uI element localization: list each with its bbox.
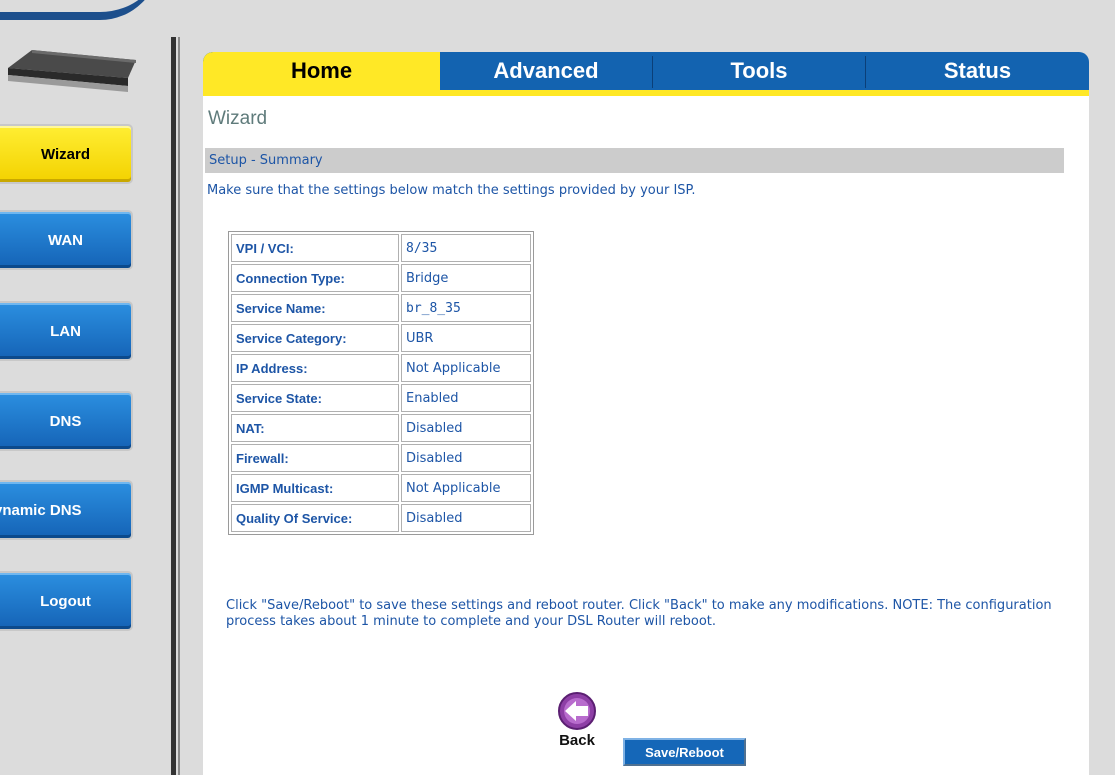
back-arrow-icon [558,692,596,730]
sidebar-item-wan[interactable]: WAN [0,210,133,270]
table-row: Service Category: UBR [231,324,531,352]
row-label: VPI / VCI: [231,234,399,262]
table-row: Connection Type: Bridge [231,264,531,292]
row-value: Not Applicable [401,354,531,382]
sidebar-item-logout[interactable]: Logout [0,571,133,631]
tab-bar: Home Advanced Tools Status [203,52,1089,90]
page-title: Wizard [208,108,268,129]
back-label: Back [559,732,595,749]
save-reboot-button[interactable]: Save/Reboot [623,738,746,766]
tab-home[interactable]: Home [203,52,440,90]
settings-summary-table: VPI / VCI: 8/35 Connection Type: Bridge … [228,231,534,535]
row-value: 8/35 [401,234,531,262]
sidebar-divider [171,37,176,775]
sidebar-item-dns[interactable]: DNS [0,391,133,451]
row-value: Disabled [401,444,531,472]
row-value: UBR [401,324,531,352]
content-panel: Wizard Setup - Summary Make sure that th… [203,96,1089,775]
row-value: Disabled [401,504,531,532]
sidebar-divider-highlight [178,37,180,775]
intro-text: Make sure that the settings below match … [207,183,696,198]
sidebar-item-lan[interactable]: LAN [0,301,133,361]
back-button[interactable]: Back [552,691,602,749]
row-label: Service State: [231,384,399,412]
row-label: Quality Of Service: [231,504,399,532]
row-label: Firewall: [231,444,399,472]
row-label: Service Name: [231,294,399,322]
row-label: NAT: [231,414,399,442]
sidebar-item-wizard[interactable]: Wizard [0,124,133,184]
sidebar: Wizard WAN LAN DNS ynamic DNS Logout [0,0,170,775]
row-label: IGMP Multicast: [231,474,399,502]
tab-status[interactable]: Status [866,52,1089,90]
table-row: NAT: Disabled [231,414,531,442]
row-value: Enabled [401,384,531,412]
table-row: IGMP Multicast: Not Applicable [231,474,531,502]
table-row: VPI / VCI: 8/35 [231,234,531,262]
section-header: Setup - Summary [205,148,1064,173]
row-value: Bridge [401,264,531,292]
table-row: IP Address: Not Applicable [231,354,531,382]
table-row: Firewall: Disabled [231,444,531,472]
row-label: Connection Type: [231,264,399,292]
router-icon [8,50,136,92]
table-row: Service State: Enabled [231,384,531,412]
row-value: Disabled [401,414,531,442]
table-row: Quality Of Service: Disabled [231,504,531,532]
row-value: br_8_35 [401,294,531,322]
row-label: Service Category: [231,324,399,352]
row-label: IP Address: [231,354,399,382]
row-value: Not Applicable [401,474,531,502]
instructions-note: Click "Save/Reboot" to save these settin… [226,598,1052,629]
sidebar-item-dynamic-dns[interactable]: ynamic DNS [0,480,133,540]
table-row: Service Name: br_8_35 [231,294,531,322]
tab-advanced[interactable]: Advanced [440,52,652,90]
tab-tools[interactable]: Tools [653,52,865,90]
